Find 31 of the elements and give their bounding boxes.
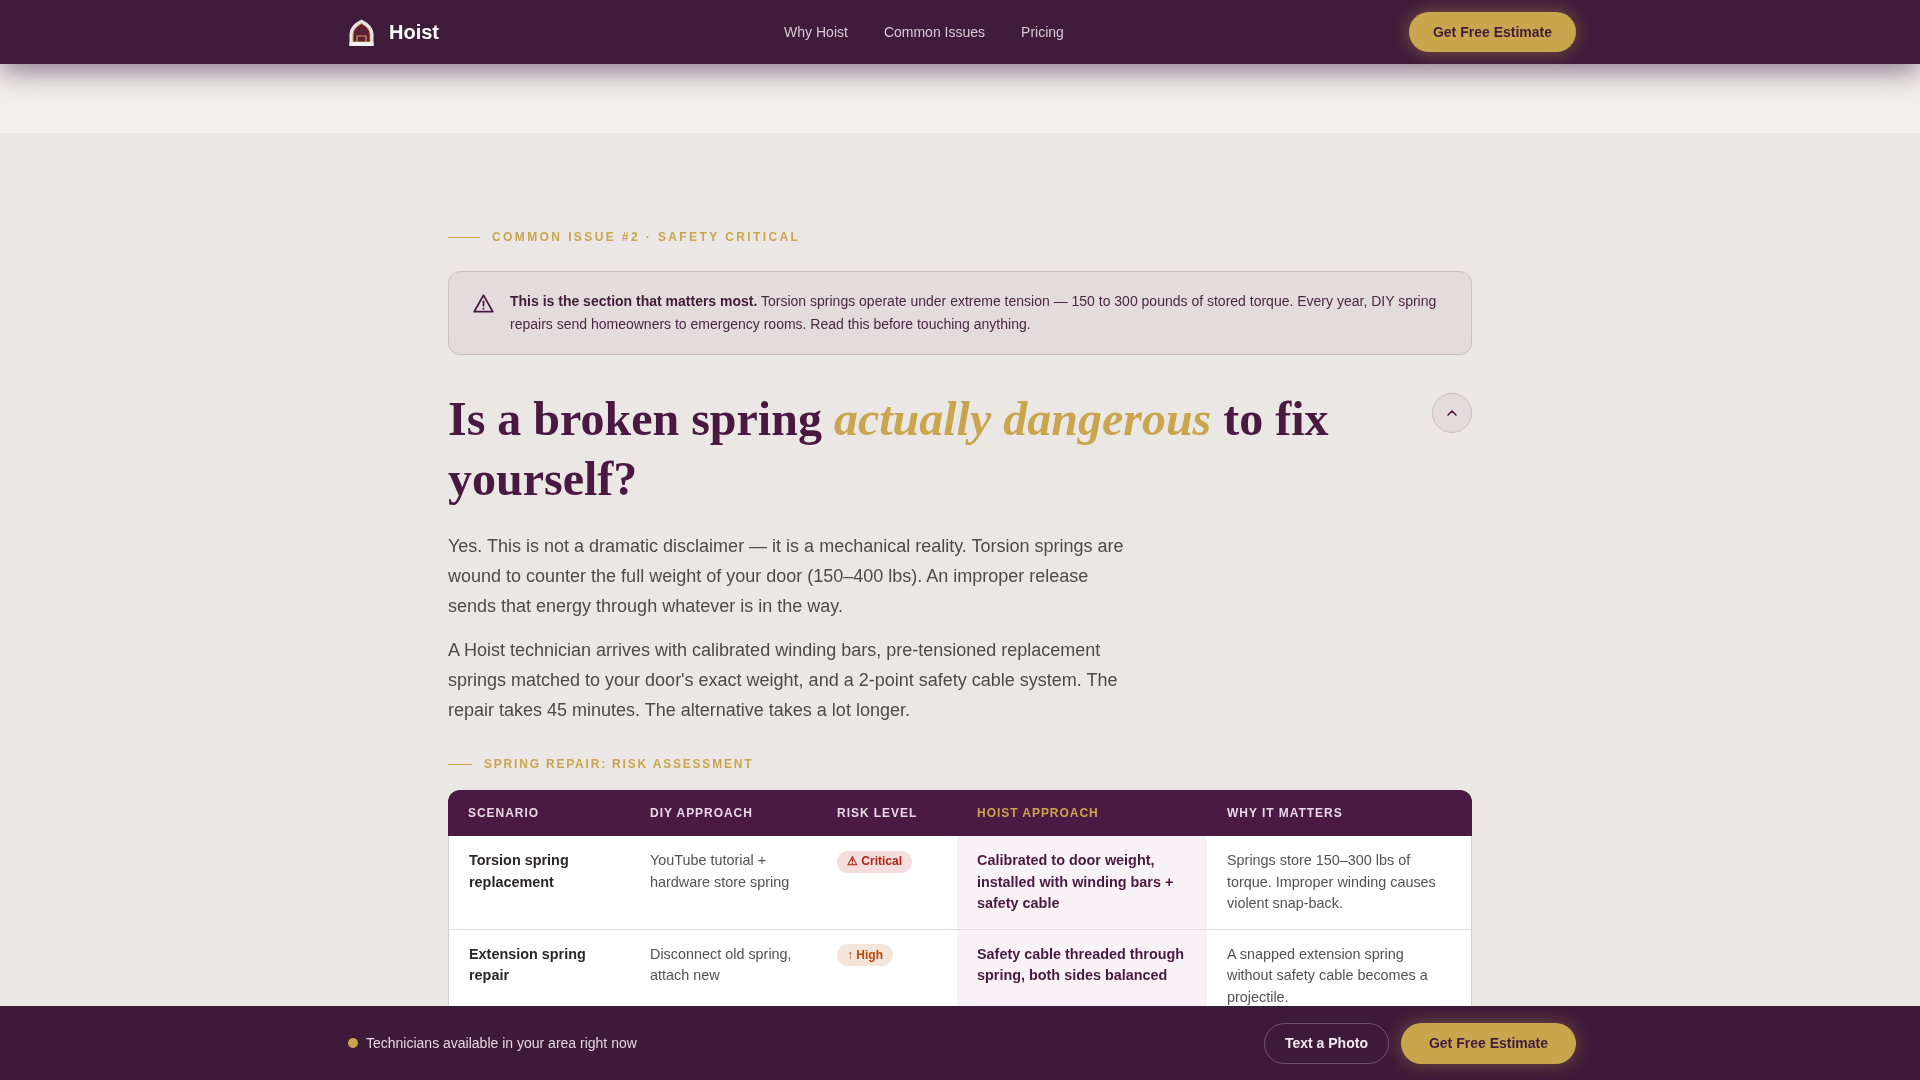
column-header: WHY IT MATTERS: [1226, 805, 1344, 822]
risk-badge: ⚠ Critical: [837, 850, 912, 873]
table-cell-text: Disconnect old spring, attach new: [649, 944, 793, 985]
risk-badge: ↑ High: [837, 944, 893, 967]
column-header: SCENARIO: [467, 805, 541, 822]
collapse-button[interactable]: [1432, 393, 1472, 433]
nav-link[interactable]: Pricing: [1021, 21, 1064, 43]
nav-link[interactable]: Common Issues: [883, 21, 986, 43]
chevron-up-icon: [1447, 410, 1457, 416]
table-cell-text: Springs store 150–300 lbs of torque. Improper winding causes violent snap-back.: [1226, 851, 1437, 913]
table-cell-text: A snapped extension spring without safety cable becomes a projectile.: [1226, 944, 1429, 1007]
table-cell-text: Torsion spring replacement: [468, 851, 570, 892]
availability-text: Technicians available in your area right now: [366, 1033, 637, 1053]
get-estimate-button[interactable]: Get Free Estimate: [1400, 1022, 1576, 1064]
eyebrow-label: COMMON ISSUE #2 · SAFETY CRITICAL: [492, 229, 801, 245]
column-header: DIY APPROACH: [649, 805, 754, 822]
warning-text: This is the section that matters most. Torsion springs operate under extreme tension — 150 to 300 pounds of stored torque. Every year, DIY spring repairs send homeowners to emergency rooms. Read this before touching anything.: [510, 292, 1438, 334]
table-cell-text: Extension spring repair: [468, 944, 587, 985]
get-estimate-button[interactable]: Get Free Estimate: [1408, 12, 1576, 52]
nav-link[interactable]: Why Hoist: [784, 21, 848, 43]
column-header: HOIST APPROACH: [976, 805, 1100, 822]
body-paragraph: A Hoist technician arrives with calibrated winding bars, pre-tensioned replacement springs matched to your door's exact weight, and a 2-point safety cable system. The repair takes 45 minutes. The alternative takes a lot longer.: [448, 639, 1119, 722]
table-cell-text: YouTube tutorial + hardware store spring: [649, 851, 791, 892]
table-cell: Calibrated to door weight, installed with winding bars + safety cable: [957, 836, 1207, 929]
arch-logo-icon: [348, 18, 375, 46]
body-paragraph: Yes. This is not a dramatic disclaimer — it is a mechanical reality. Torsion springs are wound to counter the full weight of your door (150–400 lbs). An improper release sends that energy through whatever is in the way.: [448, 535, 1125, 618]
section-heading: Is a broken spring actually dangerous to fix yourself?: [448, 391, 1330, 507]
column-header: RISK LEVEL: [836, 805, 919, 822]
warning-icon: [473, 294, 494, 313]
logo-text[interactable]: Hoist: [389, 18, 439, 46]
table-label: SPRING REPAIR: RISK ASSESSMENT: [484, 756, 754, 772]
